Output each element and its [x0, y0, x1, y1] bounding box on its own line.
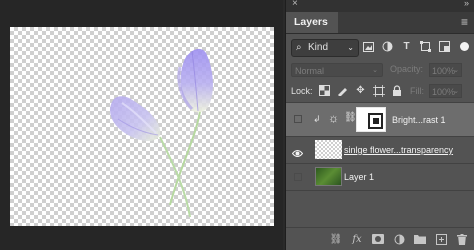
- visibility-toggle-empty[interactable]: [294, 173, 302, 181]
- document-canvas[interactable]: [10, 27, 274, 226]
- adjustment-filter-icon[interactable]: [381, 40, 394, 53]
- add-mask-icon[interactable]: [371, 232, 385, 246]
- chevron-down-icon: ⌄: [372, 67, 378, 74]
- lock-all-icon[interactable]: [390, 84, 403, 97]
- layer-name[interactable]: Bright...rast 1: [392, 115, 446, 125]
- link-chain-icon[interactable]: ⛓: [344, 112, 357, 123]
- layers-bottom-bar: ⛓ fx: [286, 227, 474, 250]
- layer-name[interactable]: sinlge flower...transparency: [344, 145, 453, 155]
- filter-row: ⌕ Kind ⌄ T: [286, 39, 474, 57]
- layer-row-layer-1[interactable]: Layer 1: [286, 164, 474, 191]
- image-filter-icon[interactable]: [362, 40, 375, 53]
- layer-row-single-flower[interactable]: sinlge flower...transparency: [286, 137, 474, 164]
- type-filter-icon[interactable]: T: [400, 40, 413, 53]
- lock-pixels-icon[interactable]: [336, 84, 349, 97]
- fx-icon[interactable]: fx: [350, 232, 364, 246]
- blend-mode-value: Normal: [295, 66, 325, 76]
- shape-filter-icon[interactable]: [419, 40, 432, 53]
- layer-thumbnail: [315, 167, 342, 186]
- layer-mask-thumbnail[interactable]: [356, 107, 386, 132]
- lock-transparency-icon[interactable]: [318, 84, 331, 97]
- clipping-arrow-icon: ↲: [313, 114, 321, 124]
- search-icon: ⌕: [296, 42, 302, 53]
- panel-menu-icon[interactable]: ≡: [461, 15, 468, 29]
- opacity-value: 100%: [432, 66, 456, 76]
- blend-row: Normal ⌄ Opacity: 100% ⌄: [286, 63, 474, 79]
- filter-toggle[interactable]: [460, 42, 469, 51]
- fill-value: 100%: [432, 87, 456, 97]
- lock-label: Lock:: [291, 86, 313, 96]
- fill-field[interactable]: 100% ⌄: [429, 84, 462, 98]
- tab-layers[interactable]: Layers: [286, 12, 338, 33]
- flower-artwork: [110, 48, 213, 218]
- lock-artboard-icon[interactable]: [372, 84, 385, 97]
- chevron-down-icon: ⌄: [453, 88, 459, 95]
- opacity-label: Opacity:: [390, 64, 424, 74]
- kind-filter-label: Kind: [308, 42, 329, 53]
- new-adjustment-icon[interactable]: [392, 232, 406, 246]
- close-panel-icon[interactable]: ×: [292, 0, 298, 9]
- document-canvas-area: [0, 0, 283, 250]
- smartobject-filter-icon[interactable]: [438, 40, 451, 53]
- chevron-down-icon: ⌄: [347, 43, 354, 52]
- layer-name[interactable]: Layer 1: [344, 172, 374, 182]
- panel-tab-bar: Layers ≡: [286, 12, 474, 34]
- layer-row-brightness-contrast[interactable]: ↲ ☼ ⛓ Bright...rast 1: [286, 103, 474, 137]
- lock-position-icon[interactable]: ✥: [354, 84, 367, 97]
- chevron-down-icon: ⌄: [453, 67, 459, 74]
- link-layers-icon[interactable]: ⛓: [329, 232, 343, 246]
- brightness-contrast-icon: ☼: [328, 111, 339, 125]
- lock-row: Lock: ✥ Fill: 100% ⌄: [286, 84, 474, 100]
- fill-label: Fill:: [410, 86, 424, 96]
- kind-filter-select[interactable]: ⌕ Kind ⌄: [291, 39, 359, 57]
- visibility-toggle-empty[interactable]: [294, 115, 302, 123]
- panel-header: × »: [286, 0, 474, 12]
- eye-icon[interactable]: [291, 145, 304, 157]
- layers-panel: × » Layers ≡ ⌕ Kind ⌄ T Normal ⌄ Opacity…: [285, 0, 474, 250]
- new-group-icon[interactable]: [413, 232, 427, 246]
- collapse-panel-icon[interactable]: »: [464, 0, 469, 8]
- layers-list: ↲ ☼ ⛓ Bright...rast 1 sinlge flower...tr…: [286, 102, 474, 191]
- layer-thumbnail: [315, 140, 342, 159]
- new-layer-icon[interactable]: [434, 232, 448, 246]
- delete-layer-icon[interactable]: [455, 232, 469, 246]
- opacity-field[interactable]: 100% ⌄: [429, 63, 462, 77]
- blend-mode-select[interactable]: Normal ⌄: [291, 63, 383, 77]
